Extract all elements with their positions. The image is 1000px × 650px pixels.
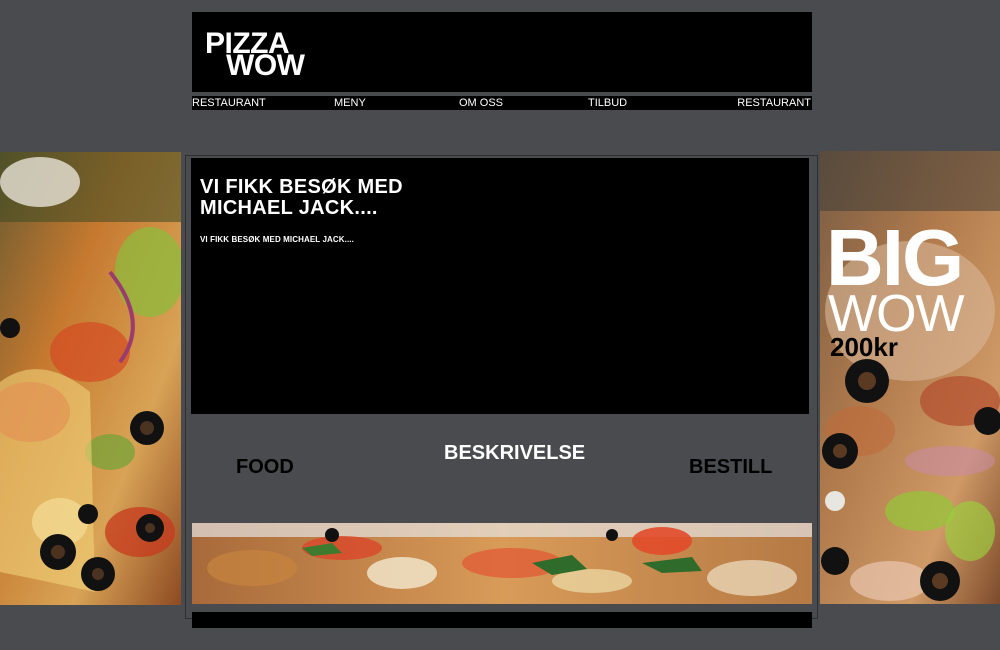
bestill-link[interactable]: BESTILL (689, 456, 772, 479)
pizza-image-left (0, 152, 181, 605)
article-title: VI FIKK BESØK MED MICHAEL JACK.... (200, 176, 403, 219)
article-panel: VI FIKK BESØK MED MICHAEL JACK.... VI FI… (191, 158, 809, 414)
logo-text-wow[interactable]: WOW (226, 51, 305, 81)
nav-item-meny[interactable]: MENY (334, 96, 366, 110)
nav-item-tilbud[interactable]: TILBUD (588, 96, 627, 110)
main-nav: RESTAURANT MENY OM OSS TILBUD RESTAURANT (192, 96, 812, 110)
nav-item-restaurant-2[interactable]: RESTAURANT (737, 96, 811, 110)
footer-bar (192, 612, 812, 628)
nav-item-restaurant[interactable]: RESTAURANT (192, 96, 266, 110)
promo-price: 200kr (830, 332, 898, 362)
nav-item-om-oss[interactable]: OM OSS (459, 96, 503, 110)
article-body: VI FIKK BESØK MED MICHAEL JACK.... (200, 235, 354, 244)
site-header: PIZZA WOW (192, 12, 812, 92)
beskrivelse-link[interactable]: BESKRIVELSE (444, 442, 585, 465)
food-link[interactable]: FOOD (236, 456, 294, 479)
pizza-banner-image (192, 523, 812, 604)
